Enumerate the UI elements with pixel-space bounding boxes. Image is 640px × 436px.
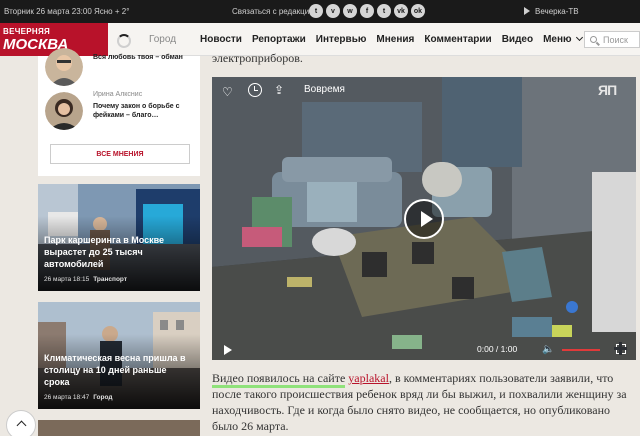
chevron-down-icon	[575, 33, 583, 42]
play-icon[interactable]	[224, 345, 232, 355]
play-button[interactable]	[404, 199, 444, 239]
nav-city[interactable]: Город	[149, 34, 176, 45]
tv-link[interactable]: Вечерка-ТВ	[524, 7, 579, 16]
nav-item-opinions[interactable]: Мнения	[376, 34, 414, 45]
top-bar: Вторник 26 марта 23:00 Ясно + 2° Связать…	[0, 0, 640, 23]
facebook-icon[interactable]: f	[360, 4, 374, 18]
search-icon	[590, 36, 597, 43]
nav-menu-label: Меню	[543, 34, 572, 45]
heart-icon[interactable]: ♡	[222, 85, 233, 99]
news-date: 26 марта 18:15	[44, 276, 90, 283]
nav-item-video[interactable]: Видео	[502, 34, 533, 45]
author-avatar[interactable]	[45, 48, 83, 86]
viber-icon[interactable]: v	[326, 4, 340, 18]
fullscreen-icon[interactable]	[614, 342, 627, 355]
all-opinions-button[interactable]: ВСЕ МНЕНИЯ	[50, 144, 190, 164]
volume-slider[interactable]	[562, 349, 600, 351]
news-card[interactable]: Климатическая весна пришла в столицу на …	[38, 302, 200, 409]
video-title[interactable]: Вовремя	[304, 84, 345, 95]
tv-label: Вечерка-ТВ	[535, 7, 579, 16]
news-rubric[interactable]: Город	[93, 394, 112, 401]
news-card-partial[interactable]	[38, 420, 200, 436]
nav-item-comments[interactable]: Комментарии	[424, 34, 491, 45]
news-meta: 26 марта 18:15 Транспорт	[44, 276, 127, 283]
news-headline[interactable]: Климатическая весна пришла в столицу на …	[44, 352, 194, 388]
news-rubric[interactable]: Транспорт	[93, 276, 127, 283]
nav-item-interview[interactable]: Интервью	[316, 34, 367, 45]
news-meta: 26 марта 18:47 Город	[44, 394, 113, 401]
opinion-author[interactable]: Ирина Алкснис	[93, 91, 142, 98]
scroll-up-button[interactable]	[6, 410, 36, 436]
watch-later-icon[interactable]	[248, 83, 262, 97]
contact-editor-link[interactable]: Связаться с редакцией	[232, 7, 318, 16]
share-icon[interactable]: ⇪	[274, 83, 284, 97]
opinion-title[interactable]: Почему закон о борьбе с фейками – благо…	[93, 102, 193, 120]
play-icon	[524, 7, 530, 15]
search-input[interactable]: Поиск	[584, 31, 640, 48]
telegram-icon[interactable]: t	[309, 4, 323, 18]
news-headline[interactable]: Парк каршеринга в Москве вырастет до 25 …	[44, 234, 194, 270]
opinion-title[interactable]: Вся любовь твоя – обман	[93, 53, 193, 62]
loading-spinner-icon	[117, 34, 131, 48]
twitter-icon[interactable]: t	[377, 4, 391, 18]
nav-item-reports[interactable]: Репортажи	[252, 34, 306, 45]
author-avatar[interactable]	[45, 92, 83, 130]
news-date: 26 марта 18:47	[44, 394, 90, 401]
news-card[interactable]: Парк каршеринга в Москве вырастет до 25 …	[38, 184, 200, 291]
video-player[interactable]: ♡ ⇪ Вовремя ЯП 0:00 / 1:00 🔈	[212, 77, 636, 360]
search-placeholder: Поиск	[603, 35, 628, 45]
highlighted-text: Видео появилось на сайте	[212, 371, 346, 388]
vk-icon[interactable]: vk	[394, 4, 408, 18]
odnoklassniki-icon[interactable]: ok	[411, 4, 425, 18]
nav-menu: Новости Репортажи Интервью Мнения Коммен…	[200, 33, 583, 45]
main-nav: ВЕЧЕРНЯЯ МОСКВА Город Новости Репортажи …	[0, 23, 640, 56]
whatsapp-icon[interactable]: w	[343, 4, 357, 18]
video-time: 0:00 / 1:00	[477, 344, 518, 354]
volume-icon[interactable]: 🔈	[542, 344, 554, 355]
source-link[interactable]: yaplakal	[348, 371, 389, 385]
article-paragraph: Видео появилось на сайте yaplakal, в ком…	[212, 370, 630, 434]
logo-top: ВЕЧЕРНЯЯ	[3, 27, 51, 36]
date-weather: Вторник 26 марта 23:00 Ясно + 2°	[4, 7, 130, 16]
social-links: t v w f t vk ok	[309, 4, 425, 18]
article-text-top: электроприборов.	[212, 51, 303, 65]
video-controls: 0:00 / 1:00 🔈	[212, 339, 636, 360]
nav-item-menu[interactable]: Меню	[543, 33, 583, 45]
nav-item-news[interactable]: Новости	[200, 34, 242, 45]
video-channel-logo[interactable]: ЯП	[598, 82, 617, 98]
opinions-widget: Вся любовь твоя – обман Ирина Алкснис По…	[38, 48, 200, 176]
